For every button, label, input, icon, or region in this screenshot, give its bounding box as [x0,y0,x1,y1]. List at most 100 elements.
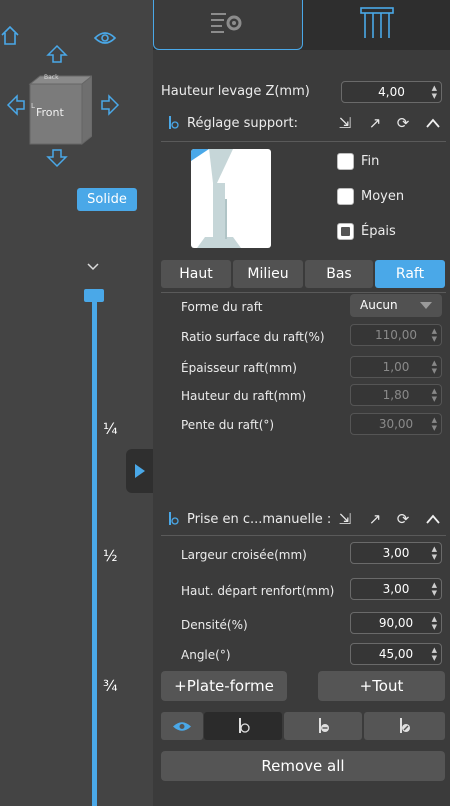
divider [161,535,446,536]
option-fin-label: Fin [361,154,380,169]
remove-support-tool-button[interactable] [284,712,362,740]
rotate-down-icon[interactable] [46,148,68,168]
raft-shape-select[interactable]: Aucun [350,294,442,317]
reinforcement-start-value: 3,00 [382,582,410,596]
raft-shape-label: Forme du raft [181,300,263,314]
raft-height-value: 1,80 [382,388,410,402]
add-platform-button[interactable]: +Plate-forme [161,671,287,701]
angle-label: Angle(°) [181,648,231,662]
angle-value: 45,00 [378,647,414,661]
raft-ratio-stepper[interactable]: ▲ ▼ [432,327,437,343]
add-support-tool-button[interactable] [204,712,282,740]
cross-width-input[interactable]: 3,00 ▲ ▼ [350,542,442,564]
reinforcement-start-stepper[interactable]: ▲ ▼ [432,581,437,597]
import-icon[interactable]: ⇲ [335,113,355,133]
cross-width-value: 3,00 [382,546,410,560]
remove-all-button[interactable]: Remove all [161,751,445,781]
raft-shape-value: Aucun [360,298,398,312]
raft-thickness-stepper[interactable]: ▲ ▼ [432,359,437,375]
rotate-left-icon[interactable] [6,94,26,116]
home-icon[interactable] [0,24,20,46]
lift-height-stepper[interactable]: ▲ ▼ [432,84,437,100]
raft-thickness-input[interactable]: 1,00 ▲ ▼ [350,356,442,378]
import-icon[interactable]: ⇲ [335,509,355,529]
tab-supports[interactable] [303,0,450,50]
support-add-icon [239,718,250,733]
raft-thickness-label: Épaisseur raft(mm) [181,361,297,375]
settings-list-icon [211,13,242,33]
raft-slope-label: Pente du raft(°) [181,418,275,432]
checkbox-fin[interactable] [337,153,354,170]
slider-tick-half: ½ [103,547,118,565]
tab-milieu[interactable]: Milieu [233,260,303,288]
support-pin-icon [169,116,179,129]
tab-raft[interactable]: Raft [375,260,445,288]
divider [161,141,446,142]
view-panel: Back L Front Solide ¼ ½ ¾ [0,0,153,806]
layer-slider-handle[interactable] [84,289,104,302]
option-moyen-label: Moyen [361,189,405,204]
toggle-visibility-button[interactable] [161,712,203,740]
panel-toggle-button[interactable] [126,449,153,493]
add-all-button[interactable]: +Tout [318,671,445,701]
density-stepper[interactable]: ▲ ▼ [432,615,437,631]
manual-support-icon [169,512,179,525]
raft-height-stepper[interactable]: ▲ ▼ [432,387,437,403]
rotate-up-icon[interactable] [46,44,68,64]
raft-slope-value: 30,00 [378,417,414,431]
solid-view-button[interactable]: Solide [77,188,137,211]
refresh-icon[interactable]: ⟳ [393,509,413,529]
view-cube-left-label: L [31,102,35,110]
rotate-right-icon[interactable] [100,94,120,116]
raft-ratio-input[interactable]: 110,00 ▲ ▼ [350,324,442,346]
density-input[interactable]: 90,00 ▲ ▼ [350,612,442,634]
support-remove-icon [319,718,329,733]
lift-height-input[interactable]: 4,00 ▲ ▼ [341,81,442,103]
checkbox-epais-mark [341,227,350,236]
checkbox-epais[interactable] [337,223,354,240]
chevron-up-icon[interactable] [425,117,441,129]
chevron-up-icon[interactable] [425,513,441,525]
support-preview-image [191,149,271,248]
angle-input[interactable]: 45,00 ▲ ▼ [350,643,442,665]
raft-ratio-value: 110,00 [375,328,417,342]
support-edit-icon [400,718,410,733]
raft-slope-stepper[interactable]: ▲ ▼ [432,416,437,432]
support-panel: Hauteur levage Z(mm) 4,00 ▲ ▼ Réglage sup… [153,0,450,806]
support-table-icon [360,7,394,38]
tab-settings[interactable] [153,0,303,50]
panel-tabbar [153,0,450,50]
slider-tick-three-quarter: ¾ [103,677,118,695]
layer-slider-track[interactable] [92,300,97,806]
refresh-icon[interactable]: ⟳ [393,113,413,133]
reinforcement-start-input[interactable]: 3,00 ▲ ▼ [350,578,442,600]
cross-width-stepper[interactable]: ▲ ▼ [432,545,437,561]
view-cube-top-label: Back [44,74,59,81]
export-icon[interactable]: ↗ [365,509,385,529]
lift-height-value: 4,00 [378,85,405,99]
support-settings-title: Réglage support: [187,116,298,131]
triangle-right-icon [135,464,145,478]
tab-bas[interactable]: Bas [305,260,373,288]
eye-icon[interactable] [94,30,116,46]
chevron-down-icon[interactable] [86,262,100,272]
eye-icon [173,722,191,731]
checkbox-moyen[interactable] [337,188,354,205]
tab-haut[interactable]: Haut [161,260,231,288]
cross-width-label: Largeur croisée(mm) [181,548,307,562]
edit-support-tool-button[interactable] [364,712,445,740]
raft-height-input[interactable]: 1,80 ▲ ▼ [350,384,442,406]
dropdown-arrow-icon [420,302,432,309]
density-value: 90,00 [378,616,414,630]
divider [161,292,446,293]
export-icon[interactable]: ↗ [365,113,385,133]
view-cube[interactable]: Back L Front [26,74,92,146]
density-label: Densité(%) [181,618,248,632]
raft-slope-input[interactable]: 30,00 ▲ ▼ [350,413,442,435]
reinforcement-start-label: Haut. départ renfort(mm) [181,584,335,598]
angle-stepper[interactable]: ▲ ▼ [432,646,437,662]
raft-ratio-label: Ratio surface du raft(%) [181,330,325,344]
lift-height-label: Hauteur levage Z(mm) [161,84,310,99]
raft-height-label: Hauteur du raft(mm) [181,389,307,403]
option-epais-label: Épais [361,224,396,239]
